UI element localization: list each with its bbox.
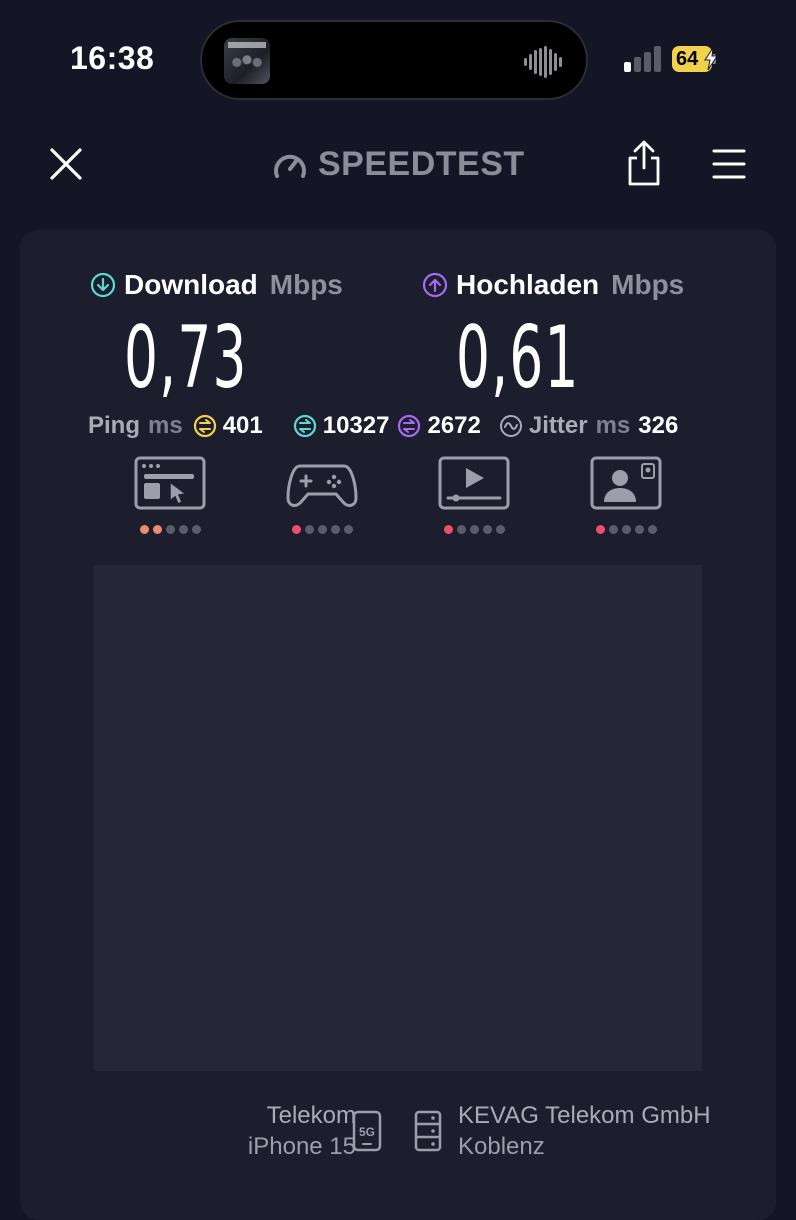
quality-web-browsing[interactable] bbox=[134, 456, 206, 534]
rating-dot bbox=[647, 525, 657, 534]
speedometer-icon bbox=[274, 154, 306, 178]
rating-dot bbox=[317, 525, 327, 534]
rating-dot bbox=[608, 525, 618, 534]
rating-dot bbox=[495, 525, 505, 534]
upload-label: Hochladen bbox=[456, 269, 600, 300]
rating-dot bbox=[456, 525, 466, 534]
ping-upload-value: 2672 bbox=[427, 412, 481, 439]
quality-video-chat[interactable] bbox=[590, 456, 662, 534]
battery-level: 64 bbox=[676, 47, 699, 70]
audio-waveform-icon bbox=[524, 46, 562, 78]
brand-name: SPEEDTEST bbox=[318, 144, 525, 183]
video-chat-icon bbox=[590, 456, 662, 510]
rating-dot bbox=[482, 525, 492, 534]
status-time: 16:38 bbox=[70, 40, 155, 76]
ping-unit: ms bbox=[148, 412, 183, 439]
rating-dot bbox=[330, 525, 340, 534]
server-info[interactable]: KEVAG Telekom GmbH Koblenz bbox=[458, 1100, 711, 1162]
server-location: Koblenz bbox=[458, 1133, 545, 1160]
gaming-icon bbox=[286, 464, 358, 507]
album-art-icon[interactable] bbox=[224, 38, 270, 84]
jitter-value: 326 bbox=[638, 412, 679, 439]
rating-dot bbox=[152, 525, 162, 534]
rating-dot bbox=[621, 525, 631, 534]
video-streaming-rating bbox=[438, 525, 510, 534]
jitter-unit: ms bbox=[595, 412, 631, 439]
upload-arrow-icon bbox=[422, 272, 448, 298]
jitter-icon bbox=[499, 415, 522, 437]
download-arrow-icon bbox=[90, 272, 116, 298]
network-type-label: 5G bbox=[359, 1125, 375, 1139]
app-header: SPEEDTEST bbox=[0, 130, 796, 200]
rating-dot bbox=[595, 525, 605, 534]
gaming-rating bbox=[286, 525, 358, 534]
server-name: KEVAG Telekom GmbH bbox=[458, 1102, 711, 1129]
rating-dot bbox=[343, 525, 353, 534]
download-value: 0,73 bbox=[124, 308, 248, 408]
server-icon bbox=[414, 1110, 442, 1152]
download-ping-icon bbox=[293, 414, 316, 438]
upload-unit: Mbps bbox=[611, 269, 685, 300]
close-icon[interactable] bbox=[48, 146, 84, 182]
share-icon[interactable] bbox=[626, 140, 662, 186]
ping-label: Ping bbox=[88, 412, 140, 439]
result-card: Download Mbps 0,73 Hochladen Mbps 0,61 P… bbox=[20, 230, 776, 1220]
connection-info[interactable]: Telekom iPhone 15 bbox=[248, 1100, 356, 1162]
rating-dot bbox=[139, 525, 149, 534]
device-name: iPhone 15 bbox=[247, 1133, 356, 1160]
video-chat-rating bbox=[590, 525, 662, 534]
upload-value: 0,61 bbox=[456, 308, 580, 408]
latency-stats: Ping ms 401 10327 2672 Jitter ms 326 bbox=[88, 408, 678, 444]
quality-gaming[interactable] bbox=[286, 456, 358, 534]
provider-name: Telekom bbox=[266, 1102, 356, 1129]
speed-graph-area bbox=[94, 565, 702, 1071]
video-streaming-icon bbox=[438, 456, 510, 510]
menu-icon[interactable] bbox=[712, 148, 746, 180]
rating-dot bbox=[634, 525, 644, 534]
charging-bolt-icon bbox=[704, 48, 718, 70]
download-unit: Mbps bbox=[269, 269, 343, 300]
idle-ping-icon bbox=[193, 414, 216, 438]
rating-dot bbox=[304, 525, 314, 534]
rating-dot bbox=[191, 525, 201, 534]
dynamic-island[interactable] bbox=[200, 20, 588, 100]
speedtest-logo: SPEEDTEST bbox=[272, 144, 525, 184]
cellular-signal-icon bbox=[624, 46, 661, 72]
upload-header: Hochladen Mbps bbox=[422, 268, 684, 302]
rating-dot bbox=[178, 525, 188, 534]
web-browsing-rating bbox=[134, 525, 206, 534]
rating-dot bbox=[469, 525, 479, 534]
quality-video-streaming[interactable] bbox=[438, 456, 510, 534]
jitter-label: Jitter bbox=[528, 412, 588, 439]
rating-dot bbox=[165, 525, 175, 534]
ping-idle-value: 401 bbox=[222, 412, 263, 439]
status-bar: 16:38 64 bbox=[0, 0, 796, 120]
ping-download-value: 10327 bbox=[322, 412, 390, 439]
rating-dot bbox=[443, 525, 453, 534]
network-5g-icon: 5G bbox=[352, 1110, 382, 1152]
download-header: Download Mbps bbox=[90, 268, 343, 302]
download-label: Download bbox=[124, 269, 258, 300]
web-browsing-icon bbox=[134, 456, 206, 510]
upload-ping-icon bbox=[398, 414, 421, 438]
rating-dot bbox=[291, 525, 301, 534]
